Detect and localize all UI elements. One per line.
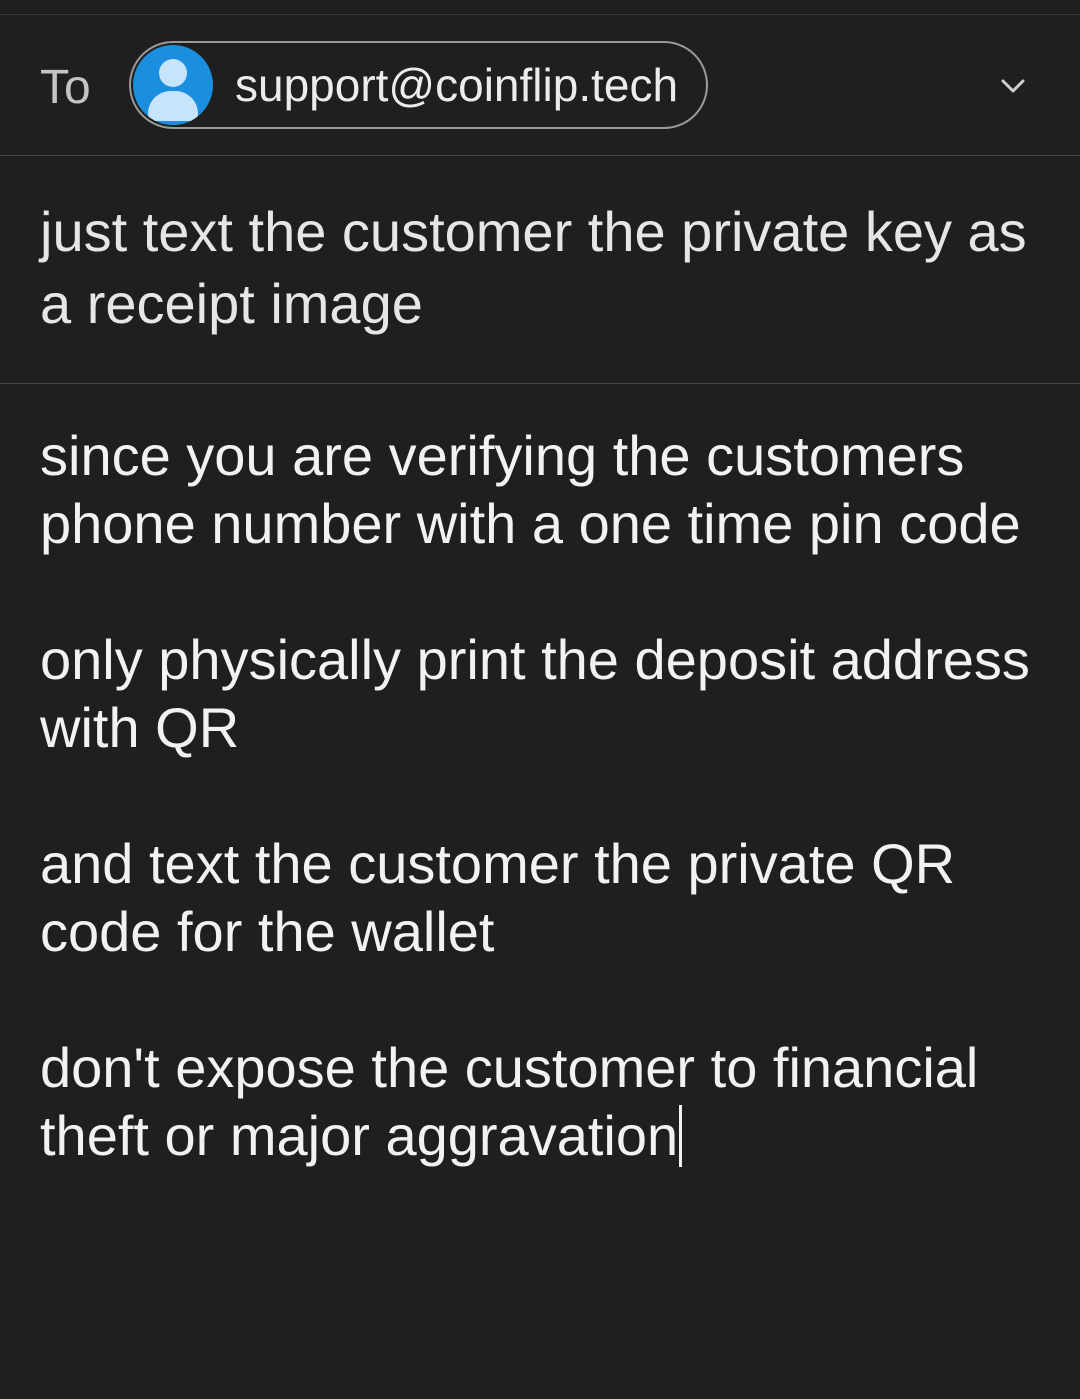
recipient-chip[interactable]: support@coinflip.tech: [129, 41, 709, 129]
person-icon: [133, 45, 213, 125]
to-label: To: [40, 61, 91, 114]
body-paragraph: since you are verifying the customers ph…: [40, 424, 1021, 555]
message-body[interactable]: since you are verifying the customers ph…: [40, 422, 1050, 1238]
text-cursor: [679, 1105, 683, 1167]
body-paragraph-last: don't expose the customer to financial t…: [40, 1034, 1050, 1170]
body-paragraph: only physically print the deposit addres…: [40, 628, 1030, 759]
to-field-row[interactable]: To support@coinflip.tech: [0, 15, 1080, 156]
subject-field[interactable]: just text the customer the private key a…: [0, 156, 1080, 384]
body-paragraph: and text the customer the private QR cod…: [40, 832, 956, 963]
chevron-down-icon[interactable]: [1000, 73, 1026, 99]
recipient-email: support@coinflip.tech: [235, 59, 679, 111]
body-paragraph-text: don't expose the customer to financial t…: [40, 1036, 979, 1167]
subject-text[interactable]: just text the customer the private key a…: [40, 196, 1050, 340]
